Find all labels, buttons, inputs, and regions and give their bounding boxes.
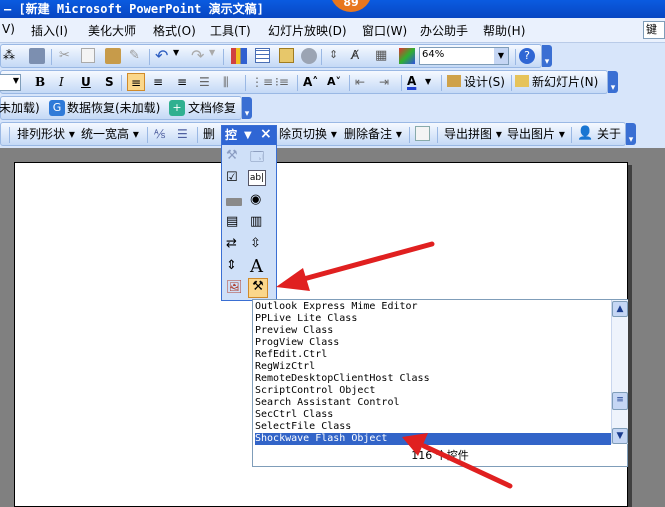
annotation-arrow-bottom (402, 433, 513, 489)
annotation-arrow-top (276, 241, 435, 291)
annotation-arrows (276, 241, 513, 489)
